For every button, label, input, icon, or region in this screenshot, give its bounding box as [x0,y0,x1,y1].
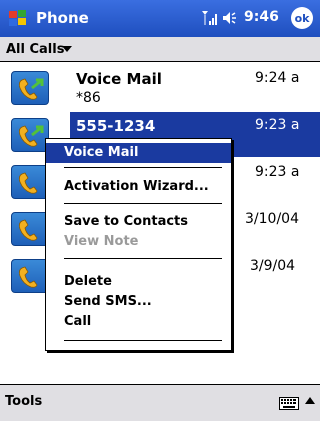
menu-item-delete[interactable]: Delete [46,272,231,292]
call-number: *86 [76,90,101,106]
keyboard-icon[interactable] [279,395,299,411]
menu-item-activation-wizard[interactable]: Activation Wizard... [46,177,231,197]
filter-bar: All Calls [0,37,320,62]
menu-divider [64,340,222,341]
call-time: 9:23 a [255,164,300,180]
filter-dropdown-label[interactable]: All Calls [6,42,64,57]
menu-divider [64,258,222,259]
clock: 9:46 [244,9,279,25]
call-date: 3/10/04 [245,211,299,227]
bottom-toolbar: Tools [0,384,320,421]
context-menu: Voice Mail Activation Wizard... Save to … [45,138,232,351]
menu-item-view-note: View Note [64,234,139,249]
windows-start-icon[interactable] [6,7,30,31]
call-name: 555-1234 [76,117,156,135]
outgoing-call-icon [11,71,49,105]
app-title: Phone [36,9,89,27]
call-list-item[interactable]: Voice Mail *86 9:24 a [0,64,320,111]
menu-item-call[interactable]: Call [46,312,231,332]
call-icon [11,212,49,246]
chevron-down-icon[interactable] [62,46,72,52]
call-time: 9:24 a [255,70,300,86]
menu-divider [64,203,222,204]
outgoing-call-icon [11,118,49,152]
menu-item-save-to-contacts[interactable]: Save to Contacts [46,212,231,232]
volume-icon[interactable] [221,10,239,26]
call-icon [11,259,49,293]
call-time: 9:23 a [255,117,300,133]
tools-menu[interactable]: Tools [5,394,42,409]
ok-button[interactable]: ok [291,7,313,29]
menu-divider [64,167,222,168]
up-arrow-icon[interactable] [305,396,315,408]
menu-item-send-sms[interactable]: Send SMS... [46,292,231,312]
title-bar: Phone 9:46 ok [0,0,320,37]
signal-icon[interactable] [201,9,217,27]
call-name: Voice Mail [76,70,162,88]
menu-item-voice-mail[interactable]: Voice Mail [46,143,231,163]
call-date: 3/9/04 [250,258,296,274]
call-icon [11,165,49,199]
